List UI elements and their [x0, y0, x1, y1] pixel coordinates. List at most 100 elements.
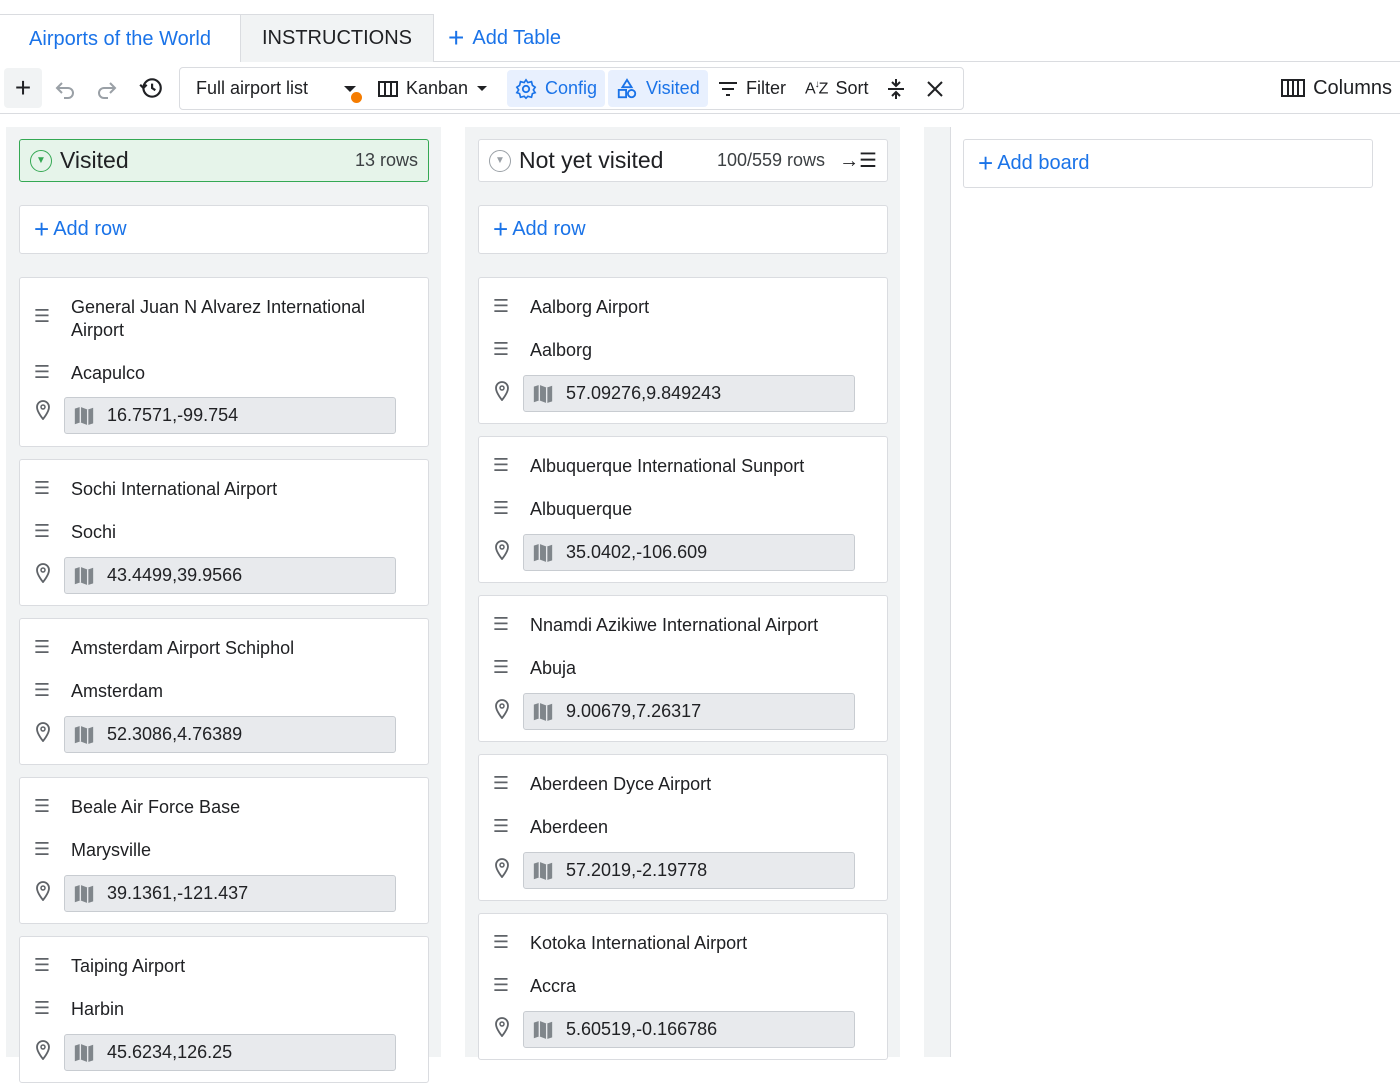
sort-button[interactable]: A↓Z Sort	[805, 70, 868, 107]
text-field-icon: ☰	[33, 796, 51, 816]
config-button[interactable]: Config	[507, 70, 606, 107]
view-list-select[interactable]: Full airport list	[196, 70, 308, 107]
group-by-button[interactable]: Visited	[608, 70, 708, 107]
kanban-card[interactable]: ☰ Taiping Airport ☰ Harbin 45.6234,126.2…	[19, 936, 429, 1083]
latlng-field[interactable]: 35.0402,-106.609	[523, 534, 855, 571]
latlng-value: 52.3086,4.76389	[107, 724, 243, 744]
history-icon[interactable]	[134, 68, 168, 108]
text-field-icon: ☰	[33, 839, 51, 859]
plus-icon: +	[448, 22, 465, 53]
tab-bar: Airports of the World INSTRUCTIONS + Add…	[0, 0, 1400, 63]
location-pin-icon	[495, 381, 509, 401]
latlng-field[interactable]: 9.00679,7.26317	[523, 693, 855, 730]
kanban-card[interactable]: ☰ Sochi International Airport ☰ Sochi 43…	[19, 459, 429, 606]
collapse-board-icon[interactable]: →☰	[839, 148, 877, 173]
kanban-card[interactable]: ☰ Nnamdi Azikiwe International Airport ☰…	[478, 595, 888, 742]
tab-airports-of-the-world[interactable]: Airports of the World	[0, 14, 241, 63]
latlng-value: 39.1361,-121.437	[107, 883, 249, 903]
board-header-not-yet-visited[interactable]: ▼ Not yet visited 100/559 rows →☰	[478, 139, 888, 182]
layout-select[interactable]: Kanban	[378, 70, 488, 107]
columns-label: Columns	[1313, 76, 1392, 99]
columns-button[interactable]: Columns	[1281, 68, 1392, 108]
text-field-icon: ☰	[492, 657, 510, 677]
kanban-card[interactable]: ☰ Beale Air Force Base ☰ Marysville 39.1…	[19, 777, 429, 924]
filter-icon	[719, 81, 737, 96]
airport-city: Sochi	[71, 522, 117, 542]
text-field-icon: ☰	[492, 975, 510, 995]
airport-name: Kotoka International Airport	[530, 933, 748, 953]
board-not-yet-visited: ▼ Not yet visited 100/559 rows →☰ + Add …	[465, 127, 900, 1060]
kanban-card[interactable]: ☰ Kotoka International Airport ☰ Accra 5…	[478, 913, 888, 1060]
map-icon	[533, 1020, 553, 1039]
tab-label: INSTRUCTIONS	[262, 27, 412, 49]
compact-icon[interactable]	[886, 70, 906, 107]
airport-city: Aberdeen	[530, 817, 609, 837]
map-icon	[74, 1043, 94, 1062]
text-field-icon: ☰	[33, 521, 51, 541]
config-label: Config	[545, 78, 598, 98]
latlng-field[interactable]: 57.2019,-2.19778	[523, 852, 855, 889]
latlng-field[interactable]: 16.7571,-99.754	[64, 397, 396, 434]
add-row-button[interactable]: + Add row	[478, 205, 888, 254]
map-icon	[533, 861, 553, 880]
chevron-down-icon	[477, 85, 488, 91]
add-board-label: Add board	[997, 152, 1090, 174]
text-field-icon: ☰	[492, 773, 510, 793]
tab-label: Airports of the World	[29, 27, 211, 50]
board-visited: ▼ Visited 13 rows + Add row ☰ General Ju…	[6, 127, 441, 1083]
location-pin-icon	[36, 563, 50, 583]
kanban-icon	[378, 80, 398, 97]
kanban-card[interactable]: ☰ General Juan N Alvarez International A…	[19, 277, 429, 447]
chevron-down-icon[interactable]: ▼	[30, 149, 52, 172]
kanban-card[interactable]: ☰ Amsterdam Airport Schiphol ☰ Amsterdam…	[19, 618, 429, 765]
text-field-icon: ☰	[492, 816, 510, 836]
map-icon	[533, 543, 553, 562]
plus-icon: +	[978, 148, 994, 178]
latlng-value: 45.6234,126.25	[107, 1042, 233, 1062]
kanban-card[interactable]: ☰ Aalborg Airport ☰ Aalborg 57.09276,9.8…	[478, 277, 888, 424]
latlng-field[interactable]: 45.6234,126.25	[64, 1034, 396, 1071]
latlng-value: 9.00679,7.26317	[566, 701, 702, 721]
location-pin-icon	[495, 858, 509, 878]
location-pin-icon	[495, 699, 509, 719]
latlng-value: 57.2019,-2.19778	[566, 860, 708, 880]
undo-icon[interactable]	[48, 68, 82, 108]
add-button[interactable]: +	[4, 68, 42, 108]
add-table-button[interactable]: + Add Table	[448, 24, 561, 52]
airport-name: Albuquerque International Sunport	[530, 456, 805, 476]
map-icon	[533, 384, 553, 403]
airport-city: Accra	[530, 976, 577, 996]
latlng-field[interactable]: 5.60519,-0.166786	[523, 1011, 855, 1048]
text-field-icon: ☰	[33, 998, 51, 1018]
map-icon	[74, 566, 94, 585]
location-pin-icon	[495, 540, 509, 560]
redo-icon[interactable]	[90, 68, 124, 108]
text-field-icon: ☰	[33, 306, 51, 326]
latlng-field[interactable]: 39.1361,-121.437	[64, 875, 396, 912]
airport-name: Aberdeen Dyce Airport	[530, 774, 712, 794]
kanban-card[interactable]: ☰ Albuquerque International Sunport ☰ Al…	[478, 436, 888, 583]
add-board-button[interactable]: + Add board	[963, 139, 1373, 188]
text-field-icon: ☰	[492, 339, 510, 359]
text-field-icon: ☰	[492, 498, 510, 518]
row-count: 100/559 rows	[716, 150, 826, 170]
airport-name: Taiping Airport	[71, 956, 186, 976]
airport-name: Beale Air Force Base	[71, 797, 241, 817]
chevron-down-icon[interactable]: ▼	[489, 149, 511, 172]
map-icon	[74, 725, 94, 744]
latlng-field[interactable]: 57.09276,9.849243	[523, 375, 855, 412]
text-field-icon: ☰	[492, 932, 510, 952]
latlng-field[interactable]: 43.4499,39.9566	[64, 557, 396, 594]
airport-name: Nnamdi Azikiwe International Airport	[530, 615, 819, 635]
board-title: Not yet visited	[519, 147, 664, 173]
location-pin-icon	[36, 722, 50, 742]
close-icon[interactable]	[926, 70, 944, 107]
board-header-visited[interactable]: ▼ Visited 13 rows	[19, 139, 429, 182]
latlng-field[interactable]: 52.3086,4.76389	[64, 716, 396, 753]
sort-az-icon: A↓Z	[805, 78, 828, 98]
kanban-card[interactable]: ☰ Aberdeen Dyce Airport ☰ Aberdeen 57.20…	[478, 754, 888, 901]
text-field-icon: ☰	[492, 455, 510, 475]
tab-instructions[interactable]: INSTRUCTIONS	[241, 14, 434, 62]
add-row-button[interactable]: + Add row	[19, 205, 429, 254]
filter-button[interactable]: Filter	[718, 70, 786, 107]
